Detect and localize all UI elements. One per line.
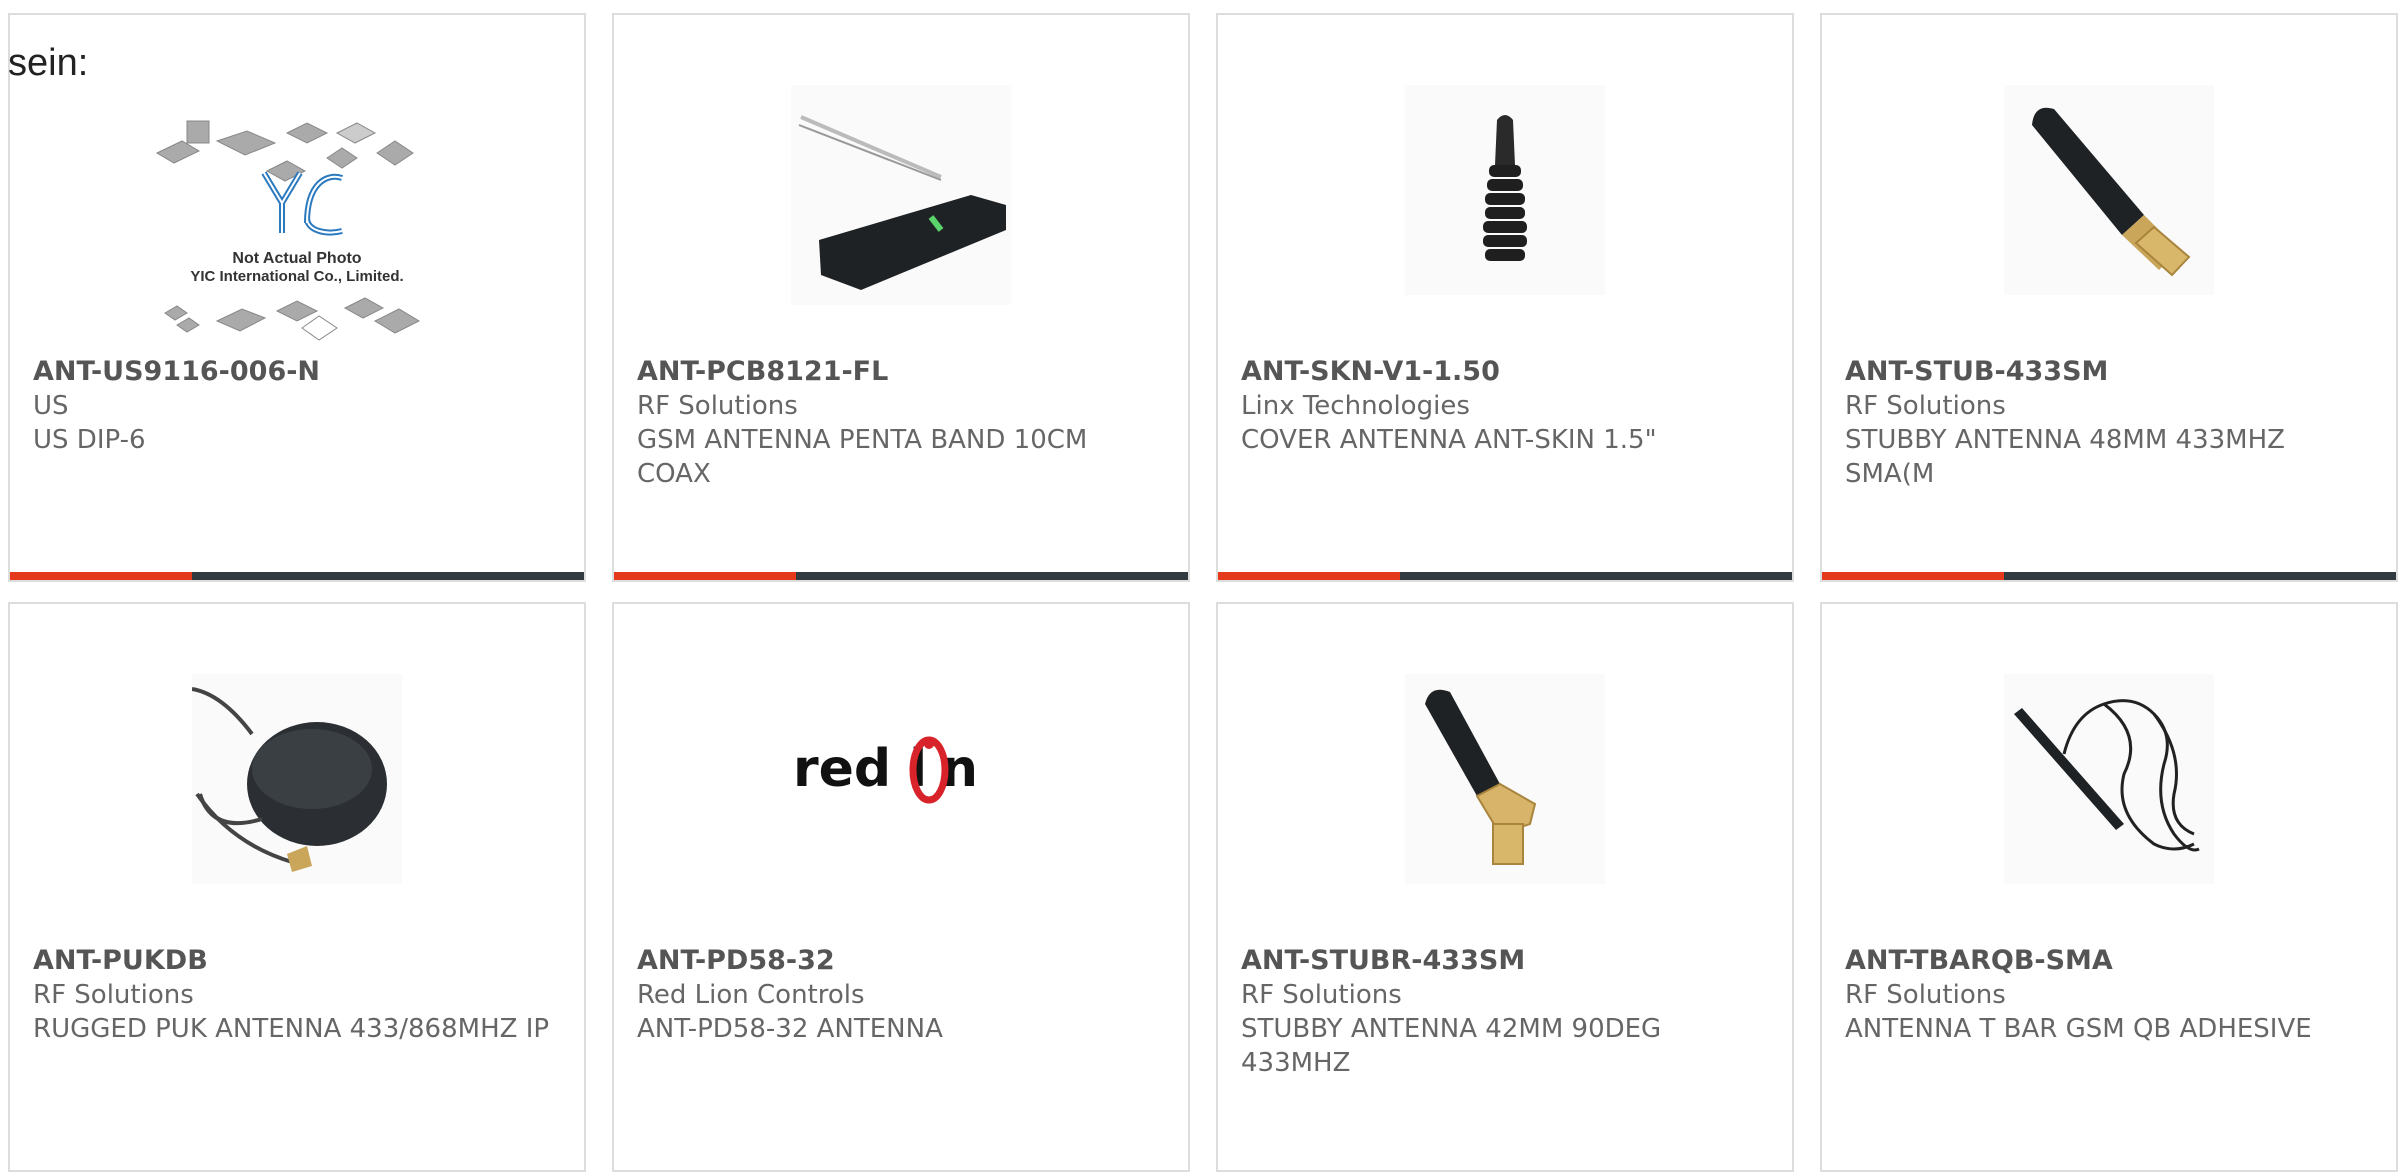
part-number-link[interactable]: ANT-US9116-006-N bbox=[33, 355, 564, 389]
product-card[interactable]: ANT-SKN-V1-1.50 Linx Technologies COVER … bbox=[1216, 13, 1794, 582]
manufacturer: RF Solutions bbox=[1845, 980, 2006, 1010]
product-info: ANT-SKN-V1-1.50 Linx Technologies COVER … bbox=[1241, 355, 1772, 457]
manufacturer: RF Solutions bbox=[637, 391, 798, 421]
description: GSM ANTENNA PENTA BAND 10CM COAX bbox=[637, 425, 1088, 489]
product-info: ANT-US9116-006-N US US DIP-6 bbox=[33, 355, 564, 457]
description: STUBBY ANTENNA 42MM 90DEG 433MHZ bbox=[1241, 1014, 1662, 1078]
description: STUBBY ANTENNA 48MM 433MHZ SMA(M bbox=[1845, 425, 2285, 489]
manufacturer: RF Solutions bbox=[1241, 980, 1402, 1010]
placeholder-photo-icon: Not Actual Photo YIC International Co., … bbox=[155, 120, 421, 341]
product-card[interactable]: ANT-PCB8121-FL RF Solutions GSM ANTENNA … bbox=[612, 13, 1190, 582]
part-number-link[interactable]: ANT-PD58-32 bbox=[637, 944, 1168, 978]
card-bar-accent bbox=[1822, 572, 2004, 580]
description: US DIP-6 bbox=[33, 425, 146, 455]
product-image[interactable] bbox=[10, 674, 584, 954]
product-info: ANT-PCB8121-FL RF Solutions GSM ANTENNA … bbox=[637, 355, 1168, 491]
lead-text: sein: bbox=[8, 42, 89, 84]
description: ANT-PD58-32 ANTENNA bbox=[637, 1014, 943, 1044]
t-bar-antenna-icon bbox=[2004, 674, 2214, 884]
part-number-link[interactable]: ANT-SKN-V1-1.50 bbox=[1241, 355, 1772, 389]
product-card[interactable]: ANT-TBARQB-SMA RF Solutions ANTENNA T BA… bbox=[1820, 602, 2398, 1172]
product-info: ANT-TBARQB-SMA RF Solutions ANTENNA T BA… bbox=[1845, 944, 2376, 1046]
product-info: ANT-PUKDB RF Solutions RUGGED PUK ANTENN… bbox=[33, 944, 564, 1046]
card-bottom-bar bbox=[10, 572, 584, 580]
description: ANTENNA T BAR GSM QB ADHESIVE bbox=[1845, 1014, 2312, 1044]
card-bar-accent bbox=[1218, 572, 1400, 580]
part-number-link[interactable]: ANT-STUB-433SM bbox=[1845, 355, 2376, 389]
pcb-antenna-icon bbox=[791, 85, 1011, 305]
product-info: ANT-STUB-433SM RF Solutions STUBBY ANTEN… bbox=[1845, 355, 2376, 491]
card-bottom-bar bbox=[1218, 572, 1792, 580]
manufacturer: Linx Technologies bbox=[1241, 391, 1470, 421]
manufacturer: RF Solutions bbox=[1845, 391, 2006, 421]
description: RUGGED PUK ANTENNA 433/868MHZ IP bbox=[33, 1014, 550, 1044]
manufacturer: RF Solutions bbox=[33, 980, 194, 1010]
card-bottom-bar bbox=[1822, 572, 2396, 580]
product-image[interactable] bbox=[1218, 85, 1792, 365]
product-card[interactable]: Not Actual Photo YIC International Co., … bbox=[8, 13, 586, 582]
antenna-skin-icon bbox=[1405, 85, 1605, 295]
svg-text:red l: red l bbox=[793, 739, 927, 799]
card-bottom-bar bbox=[614, 572, 1188, 580]
manufacturer: US bbox=[33, 391, 69, 421]
part-number-link[interactable]: ANT-PCB8121-FL bbox=[637, 355, 1168, 389]
svg-text:Not Actual Photo: Not Actual Photo bbox=[232, 250, 361, 267]
card-bar-accent bbox=[614, 572, 796, 580]
part-number-link[interactable]: ANT-PUKDB bbox=[33, 944, 564, 978]
right-angle-antenna-icon bbox=[1405, 674, 1605, 884]
product-card[interactable]: ANT-STUB-433SM RF Solutions STUBBY ANTEN… bbox=[1820, 13, 2398, 582]
red-lion-logo-icon: red l n bbox=[793, 736, 978, 804]
svg-text:YIC International Co., Limited: YIC International Co., Limited. bbox=[190, 268, 403, 285]
manufacturer: Red Lion Controls bbox=[637, 980, 865, 1010]
stubby-antenna-icon bbox=[2004, 85, 2214, 295]
product-info: ANT-STUBR-433SM RF Solutions STUBBY ANTE… bbox=[1241, 944, 1772, 1080]
product-image[interactable]: Not Actual Photo YIC International Co., … bbox=[10, 103, 584, 383]
card-bar-accent bbox=[10, 572, 192, 580]
product-info: ANT-PD58-32 Red Lion Controls ANT-PD58-3… bbox=[637, 944, 1168, 1046]
product-image[interactable] bbox=[1218, 674, 1792, 954]
part-number-link[interactable]: ANT-STUBR-433SM bbox=[1241, 944, 1772, 978]
description: COVER ANTENNA ANT-SKIN 1.5" bbox=[1241, 425, 1657, 455]
part-number-link[interactable]: ANT-TBARQB-SMA bbox=[1845, 944, 2376, 978]
product-card[interactable]: ANT-PUKDB RF Solutions RUGGED PUK ANTENN… bbox=[8, 602, 586, 1172]
product-image[interactable] bbox=[1822, 85, 2396, 365]
puck-antenna-icon bbox=[192, 674, 402, 884]
product-image[interactable] bbox=[614, 85, 1188, 365]
product-image[interactable] bbox=[1822, 674, 2396, 954]
product-card[interactable]: red l n ANT-PD58-32 Red Lion Controls AN… bbox=[612, 602, 1190, 1172]
product-card[interactable]: ANT-STUBR-433SM RF Solutions STUBBY ANTE… bbox=[1216, 602, 1794, 1172]
